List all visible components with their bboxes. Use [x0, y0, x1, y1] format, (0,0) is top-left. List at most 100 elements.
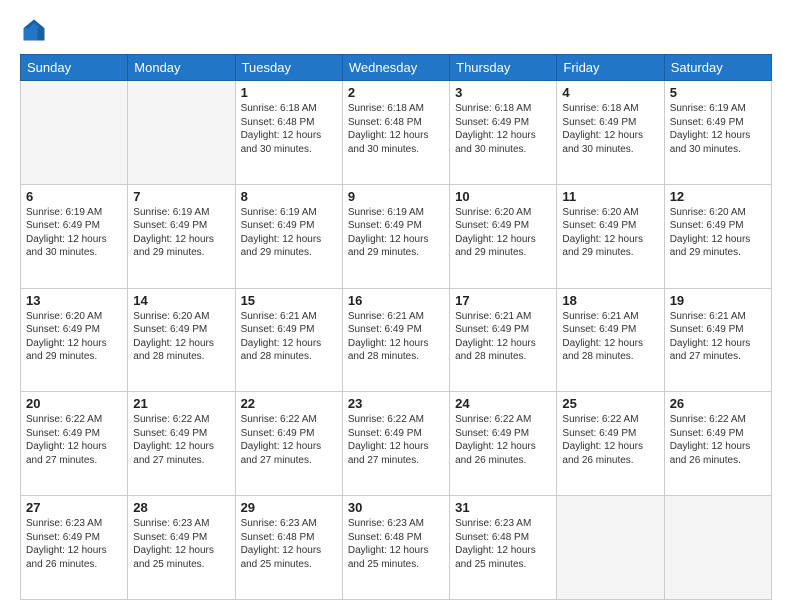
calendar-cell: 13 Sunrise: 6:20 AM Sunset: 6:49 PM Dayli…: [21, 288, 128, 392]
calendar-cell: 26 Sunrise: 6:22 AM Sunset: 6:49 PM Dayli…: [664, 392, 771, 496]
day-number: 8: [241, 189, 337, 204]
calendar-header-saturday: Saturday: [664, 55, 771, 81]
calendar-cell: 2 Sunrise: 6:18 AM Sunset: 6:48 PM Daylig…: [342, 81, 449, 185]
day-info: Sunrise: 6:18 AM Sunset: 6:49 PM Dayligh…: [455, 102, 551, 156]
calendar-cell: [664, 496, 771, 600]
calendar-cell: 30Sunrise: 6:23 AM Sunset: 6:48 PM Dayli…: [342, 496, 449, 600]
calendar-cell: 27Sunrise: 6:23 AM Sunset: 6:49 PM Dayli…: [21, 496, 128, 600]
calendar-cell: [128, 81, 235, 185]
day-info: Sunrise: 6:21 AM Sunset: 6:49 PM Dayligh…: [455, 310, 551, 364]
day-info: Sunrise: 6:20 AM Sunset: 6:49 PM Dayligh…: [455, 206, 551, 260]
day-number: 20: [26, 396, 122, 411]
calendar-cell: 24 Sunrise: 6:22 AM Sunset: 6:49 PM Dayli…: [450, 392, 557, 496]
day-number: 6: [26, 189, 122, 204]
calendar-cell: [21, 81, 128, 185]
calendar-cell: 9 Sunrise: 6:19 AM Sunset: 6:49 PM Daylig…: [342, 184, 449, 288]
day-number: 31: [455, 500, 551, 515]
day-info: Sunrise: 6:21 AM Sunset: 6:49 PM Dayligh…: [670, 310, 766, 364]
day-number: 12: [670, 189, 766, 204]
calendar-cell: 12 Sunrise: 6:20 AM Sunset: 6:49 PM Dayli…: [664, 184, 771, 288]
day-number: 2: [348, 85, 444, 100]
calendar-week-3: 13 Sunrise: 6:20 AM Sunset: 6:49 PM Dayli…: [21, 288, 772, 392]
day-number: 17: [455, 293, 551, 308]
day-number: 15: [241, 293, 337, 308]
day-info: Sunrise: 6:19 AM Sunset: 6:49 PM Dayligh…: [670, 102, 766, 156]
calendar-table: SundayMondayTuesdayWednesdayThursdayFrid…: [20, 54, 772, 600]
calendar-cell: 5 Sunrise: 6:19 AM Sunset: 6:49 PM Daylig…: [664, 81, 771, 185]
calendar-cell: 3 Sunrise: 6:18 AM Sunset: 6:49 PM Daylig…: [450, 81, 557, 185]
calendar-cell: 14 Sunrise: 6:20 AM Sunset: 6:49 PM Dayli…: [128, 288, 235, 392]
calendar-cell: 19 Sunrise: 6:21 AM Sunset: 6:49 PM Dayli…: [664, 288, 771, 392]
calendar-cell: [557, 496, 664, 600]
calendar-cell: 21 Sunrise: 6:22 AM Sunset: 6:49 PM Dayli…: [128, 392, 235, 496]
header: [20, 16, 772, 44]
day-info: Sunrise: 6:19 AM Sunset: 6:49 PM Dayligh…: [26, 206, 122, 260]
day-number: 11: [562, 189, 658, 204]
day-number: 23: [348, 396, 444, 411]
calendar-cell: 28 Sunrise: 6:23 AM Sunset: 6:49 PM Dayli…: [128, 496, 235, 600]
calendar-cell: 11 Sunrise: 6:20 AM Sunset: 6:49 PM Dayli…: [557, 184, 664, 288]
day-info: Sunrise: 6:23 AM Sunset: 6:49 PM Dayligh…: [133, 517, 229, 571]
calendar-cell: 15 Sunrise: 6:21 AM Sunset: 6:49 PM Dayli…: [235, 288, 342, 392]
calendar-header-thursday: Thursday: [450, 55, 557, 81]
day-number: 3: [455, 85, 551, 100]
calendar-cell: 4 Sunrise: 6:18 AM Sunset: 6:49 PM Daylig…: [557, 81, 664, 185]
day-number: 1: [241, 85, 337, 100]
day-info: Sunrise: 6:18 AM Sunset: 6:48 PM Dayligh…: [348, 102, 444, 156]
day-info: Sunrise: 6:20 AM Sunset: 6:49 PM Dayligh…: [670, 206, 766, 260]
day-number: 25: [562, 396, 658, 411]
day-number: 13: [26, 293, 122, 308]
day-number: 19: [670, 293, 766, 308]
day-info: Sunrise: 6:21 AM Sunset: 6:49 PM Dayligh…: [562, 310, 658, 364]
day-info: Sunrise: 6:18 AM Sunset: 6:48 PM Dayligh…: [241, 102, 337, 156]
calendar-week-4: 20 Sunrise: 6:22 AM Sunset: 6:49 PM Dayli…: [21, 392, 772, 496]
day-number: 26: [670, 396, 766, 411]
day-number: 29: [241, 500, 337, 515]
day-number: 16: [348, 293, 444, 308]
logo: [20, 16, 52, 44]
day-number: 22: [241, 396, 337, 411]
day-info: Sunrise: 6:19 AM Sunset: 6:49 PM Dayligh…: [348, 206, 444, 260]
day-info: Sunrise: 6:22 AM Sunset: 6:49 PM Dayligh…: [133, 413, 229, 467]
calendar-header-sunday: Sunday: [21, 55, 128, 81]
day-number: 14: [133, 293, 229, 308]
calendar-cell: 22Sunrise: 6:22 AM Sunset: 6:49 PM Dayli…: [235, 392, 342, 496]
day-number: 5: [670, 85, 766, 100]
day-info: Sunrise: 6:22 AM Sunset: 6:49 PM Dayligh…: [562, 413, 658, 467]
day-info: Sunrise: 6:22 AM Sunset: 6:49 PM Dayligh…: [670, 413, 766, 467]
day-info: Sunrise: 6:23 AM Sunset: 6:48 PM Dayligh…: [455, 517, 551, 571]
day-info: Sunrise: 6:19 AM Sunset: 6:49 PM Dayligh…: [133, 206, 229, 260]
calendar-header-friday: Friday: [557, 55, 664, 81]
calendar-cell: 23 Sunrise: 6:22 AM Sunset: 6:49 PM Dayli…: [342, 392, 449, 496]
calendar-cell: 20 Sunrise: 6:22 AM Sunset: 6:49 PM Dayli…: [21, 392, 128, 496]
day-info: Sunrise: 6:21 AM Sunset: 6:49 PM Dayligh…: [348, 310, 444, 364]
day-info: Sunrise: 6:19 AM Sunset: 6:49 PM Dayligh…: [241, 206, 337, 260]
day-number: 27: [26, 500, 122, 515]
day-info: Sunrise: 6:22 AM Sunset: 6:49 PM Dayligh…: [348, 413, 444, 467]
calendar-week-2: 6 Sunrise: 6:19 AM Sunset: 6:49 PM Daylig…: [21, 184, 772, 288]
day-info: Sunrise: 6:21 AM Sunset: 6:49 PM Dayligh…: [241, 310, 337, 364]
calendar-cell: 6 Sunrise: 6:19 AM Sunset: 6:49 PM Daylig…: [21, 184, 128, 288]
calendar-header-wednesday: Wednesday: [342, 55, 449, 81]
calendar-week-5: 27 Sunrise: 6:23 AM Sunset: 6:49 PM Dayli…: [21, 496, 772, 600]
day-info: Sunrise: 6:22 AM Sunset: 6:49 PM Dayligh…: [26, 413, 122, 467]
day-info: Sunrise: 6:18 AM Sunset: 6:49 PM Dayligh…: [562, 102, 658, 156]
calendar-cell: 25 Sunrise: 6:22 AM Sunset: 6:49 PM Dayli…: [557, 392, 664, 496]
day-info: Sunrise: 6:20 AM Sunset: 6:49 PM Dayligh…: [26, 310, 122, 364]
day-number: 21: [133, 396, 229, 411]
day-number: 9: [348, 189, 444, 204]
day-info: Sunrise: 6:20 AM Sunset: 6:49 PM Dayligh…: [133, 310, 229, 364]
calendar-cell: 31 Sunrise: 6:23 AM Sunset: 6:48 PM Dayli…: [450, 496, 557, 600]
logo-icon: [20, 16, 48, 44]
day-number: 28: [133, 500, 229, 515]
day-number: 24: [455, 396, 551, 411]
calendar-header-monday: Monday: [128, 55, 235, 81]
day-info: Sunrise: 6:20 AM Sunset: 6:49 PM Dayligh…: [562, 206, 658, 260]
calendar-cell: 7 Sunrise: 6:19 AM Sunset: 6:49 PM Daylig…: [128, 184, 235, 288]
calendar-cell: 29Sunrise: 6:23 AM Sunset: 6:48 PM Dayli…: [235, 496, 342, 600]
day-number: 10: [455, 189, 551, 204]
day-number: 4: [562, 85, 658, 100]
day-number: 7: [133, 189, 229, 204]
day-info: Sunrise: 6:22 AM Sunset: 6:49 PM Dayligh…: [455, 413, 551, 467]
calendar-cell: 1 Sunrise: 6:18 AM Sunset: 6:48 PM Daylig…: [235, 81, 342, 185]
